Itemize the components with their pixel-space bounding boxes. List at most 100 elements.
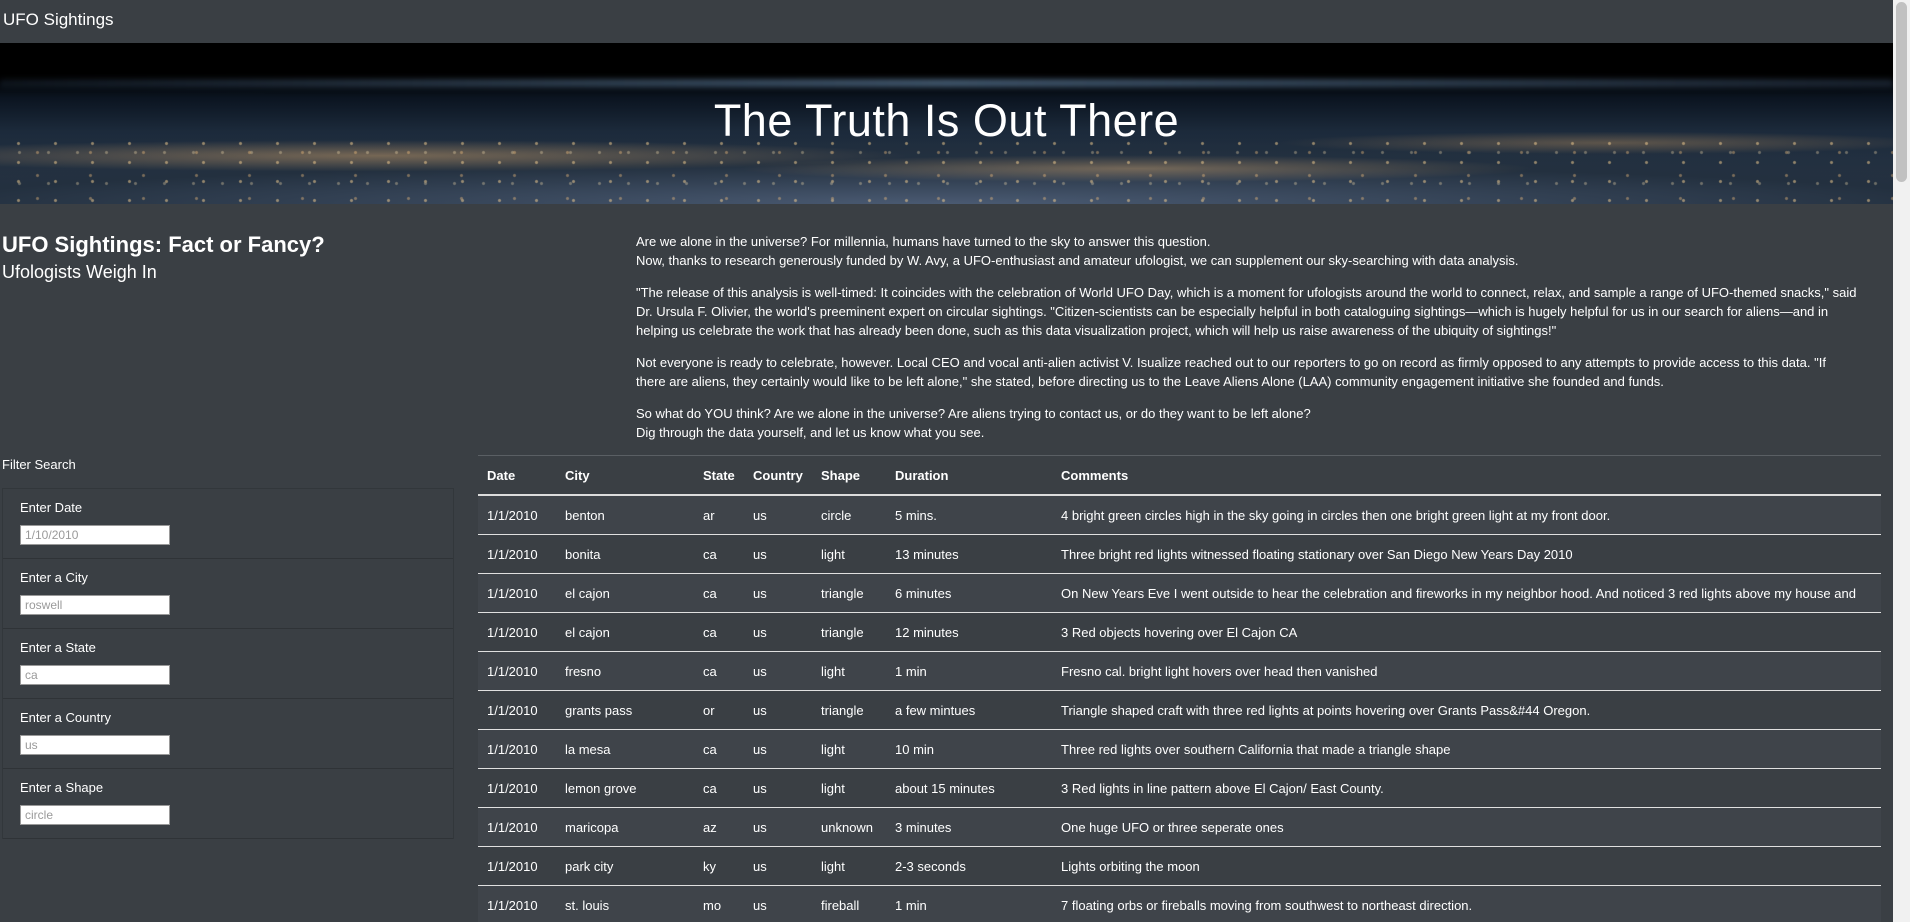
sightings-table: Date City State Country Shape Duration C… bbox=[478, 455, 1881, 922]
cell-comments: Three bright red lights witnessed floati… bbox=[1052, 534, 1881, 574]
article-p4-line2: Dig through the data yourself, and let u… bbox=[636, 425, 985, 440]
table-row: 1/1/2010 lemon grove ca us light about 15 min… bbox=[478, 768, 1881, 808]
table-header-row: Date City State Country Shape Duration C… bbox=[478, 455, 1881, 496]
cell-duration: 6 minutes bbox=[886, 573, 1052, 613]
table-row: 1/1/2010 fresno ca us light 1 min Fresno cal. … bbox=[478, 651, 1881, 691]
cell-shape: light bbox=[812, 651, 886, 691]
cell-country: us bbox=[744, 573, 812, 613]
cell-shape: light bbox=[812, 768, 886, 808]
table-row: 1/1/2010 st. louis mo us fireball 1 min 7 floa… bbox=[478, 885, 1881, 922]
hero-banner: The Truth Is Out There bbox=[0, 43, 1893, 204]
shape-input[interactable] bbox=[20, 805, 170, 825]
cell-duration: 1 min bbox=[886, 885, 1052, 922]
cell-state: ar bbox=[694, 494, 744, 535]
cell-shape: fireball bbox=[812, 885, 886, 922]
cell-date: 1/1/2010 bbox=[478, 885, 556, 922]
cell-country: us bbox=[744, 690, 812, 730]
table-row: 1/1/2010 maricopa az us unknown 3 minutes One … bbox=[478, 807, 1881, 847]
cell-comments: 3 Red lights in line pattern above El Ca… bbox=[1052, 768, 1881, 808]
cell-city: bonita bbox=[556, 534, 694, 574]
cell-duration: 5 mins. bbox=[886, 494, 1052, 535]
page-scrollbar[interactable] bbox=[1893, 0, 1910, 922]
header-shape: Shape bbox=[812, 455, 886, 496]
cell-date: 1/1/2010 bbox=[478, 612, 556, 652]
cell-comments: 3 Red objects hovering over El Cajon CA bbox=[1052, 612, 1881, 652]
article-p1-line2: Now, thanks to research generously funde… bbox=[636, 253, 1519, 268]
cell-city: park city bbox=[556, 846, 694, 886]
cell-duration: 2-3 seconds bbox=[886, 846, 1052, 886]
filter-country-label: Enter a Country bbox=[20, 710, 112, 725]
header-country: Country bbox=[744, 455, 812, 496]
table-row: 1/1/2010 park city ky us light 2-3 seconds Lig… bbox=[478, 846, 1881, 886]
cell-date: 1/1/2010 bbox=[478, 729, 556, 769]
cell-shape: triangle bbox=[812, 690, 886, 730]
cell-shape: unknown bbox=[812, 807, 886, 847]
cell-shape: light bbox=[812, 846, 886, 886]
filter-panel: Enter Date Enter a City Enter a State En… bbox=[2, 488, 454, 839]
filter-state-label: Enter a State bbox=[20, 640, 96, 655]
cell-comments: One huge UFO or three seperate ones bbox=[1052, 807, 1881, 847]
cell-country: us bbox=[744, 494, 812, 535]
cell-country: us bbox=[744, 885, 812, 922]
filter-shape-label: Enter a Shape bbox=[20, 780, 104, 795]
cell-country: us bbox=[744, 612, 812, 652]
cell-date: 1/1/2010 bbox=[478, 534, 556, 574]
state-input[interactable] bbox=[20, 665, 170, 685]
filter-item-country: Enter a Country bbox=[3, 699, 453, 769]
cell-date: 1/1/2010 bbox=[478, 807, 556, 847]
article-p4-line1: So what do YOU think? Are we alone in th… bbox=[636, 406, 1311, 421]
filter-item-state: Enter a State bbox=[3, 629, 453, 699]
table-row: 1/1/2010 grants pass or us triangle a few min… bbox=[478, 690, 1881, 730]
cell-date: 1/1/2010 bbox=[478, 690, 556, 730]
cell-state: ca bbox=[694, 768, 744, 808]
cell-duration: 1 min bbox=[886, 651, 1052, 691]
cell-date: 1/1/2010 bbox=[478, 846, 556, 886]
article-body: Are we alone in the universe? For millen… bbox=[636, 232, 1858, 455]
article-paragraph-1: Are we alone in the universe? For millen… bbox=[636, 232, 1858, 270]
table-row: 1/1/2010 la mesa ca us light 10 min Three red … bbox=[478, 729, 1881, 769]
cell-duration: 3 minutes bbox=[886, 807, 1052, 847]
cell-country: us bbox=[744, 729, 812, 769]
cell-city: el cajon bbox=[556, 612, 694, 652]
cell-country: us bbox=[744, 846, 812, 886]
cell-state: ky bbox=[694, 846, 744, 886]
filter-item-date: Enter Date bbox=[3, 489, 453, 559]
cell-shape: light bbox=[812, 534, 886, 574]
cell-shape: triangle bbox=[812, 573, 886, 613]
article-paragraph-3: Not everyone is ready to celebrate, howe… bbox=[636, 355, 1826, 389]
article-p1-line1: Are we alone in the universe? For millen… bbox=[636, 234, 1211, 249]
table-row: 1/1/2010 el cajon ca us triangle 6 minutes On … bbox=[478, 573, 1881, 613]
scrollbar-thumb[interactable] bbox=[1896, 2, 1907, 182]
cell-country: us bbox=[744, 534, 812, 574]
cell-shape: circle bbox=[812, 494, 886, 535]
hero-title: The Truth Is Out There bbox=[713, 95, 1180, 146]
filter-search-title: Filter Search bbox=[2, 457, 76, 472]
sightings-table-container: Date City State Country Shape Duration C… bbox=[478, 455, 1881, 922]
city-input[interactable] bbox=[20, 595, 170, 615]
cell-duration: about 15 minutes bbox=[886, 768, 1052, 808]
navbar: UFO Sightings bbox=[0, 0, 1893, 43]
date-input[interactable] bbox=[20, 525, 170, 545]
cell-state: ca bbox=[694, 729, 744, 769]
cell-state: or bbox=[694, 690, 744, 730]
header-city: City bbox=[556, 455, 694, 496]
cell-duration: 13 minutes bbox=[886, 534, 1052, 574]
cell-city: grants pass bbox=[556, 690, 694, 730]
cell-comments: Lights orbiting the moon bbox=[1052, 846, 1881, 886]
navbar-brand[interactable]: UFO Sightings bbox=[3, 10, 114, 30]
cell-comments: Fresno cal. bright light hovers over hea… bbox=[1052, 651, 1881, 691]
cell-comments: On New Years Eve I went outside to hear … bbox=[1052, 573, 1881, 613]
cell-city: lemon grove bbox=[556, 768, 694, 808]
header-duration: Duration bbox=[886, 455, 1052, 496]
article-subheadline: Ufologists Weigh In bbox=[2, 262, 157, 282]
header-date: Date bbox=[478, 455, 556, 496]
cell-state: mo bbox=[694, 885, 744, 922]
filter-item-city: Enter a City bbox=[3, 559, 453, 629]
article-paragraph-2: "The release of this analysis is well-ti… bbox=[636, 285, 1857, 338]
cell-state: ca bbox=[694, 573, 744, 613]
table-row: 1/1/2010 el cajon ca us triangle 12 minutes 3 … bbox=[478, 612, 1881, 652]
cell-duration: 10 min bbox=[886, 729, 1052, 769]
country-input[interactable] bbox=[20, 735, 170, 755]
header-state: State bbox=[694, 455, 744, 496]
cell-country: us bbox=[744, 807, 812, 847]
